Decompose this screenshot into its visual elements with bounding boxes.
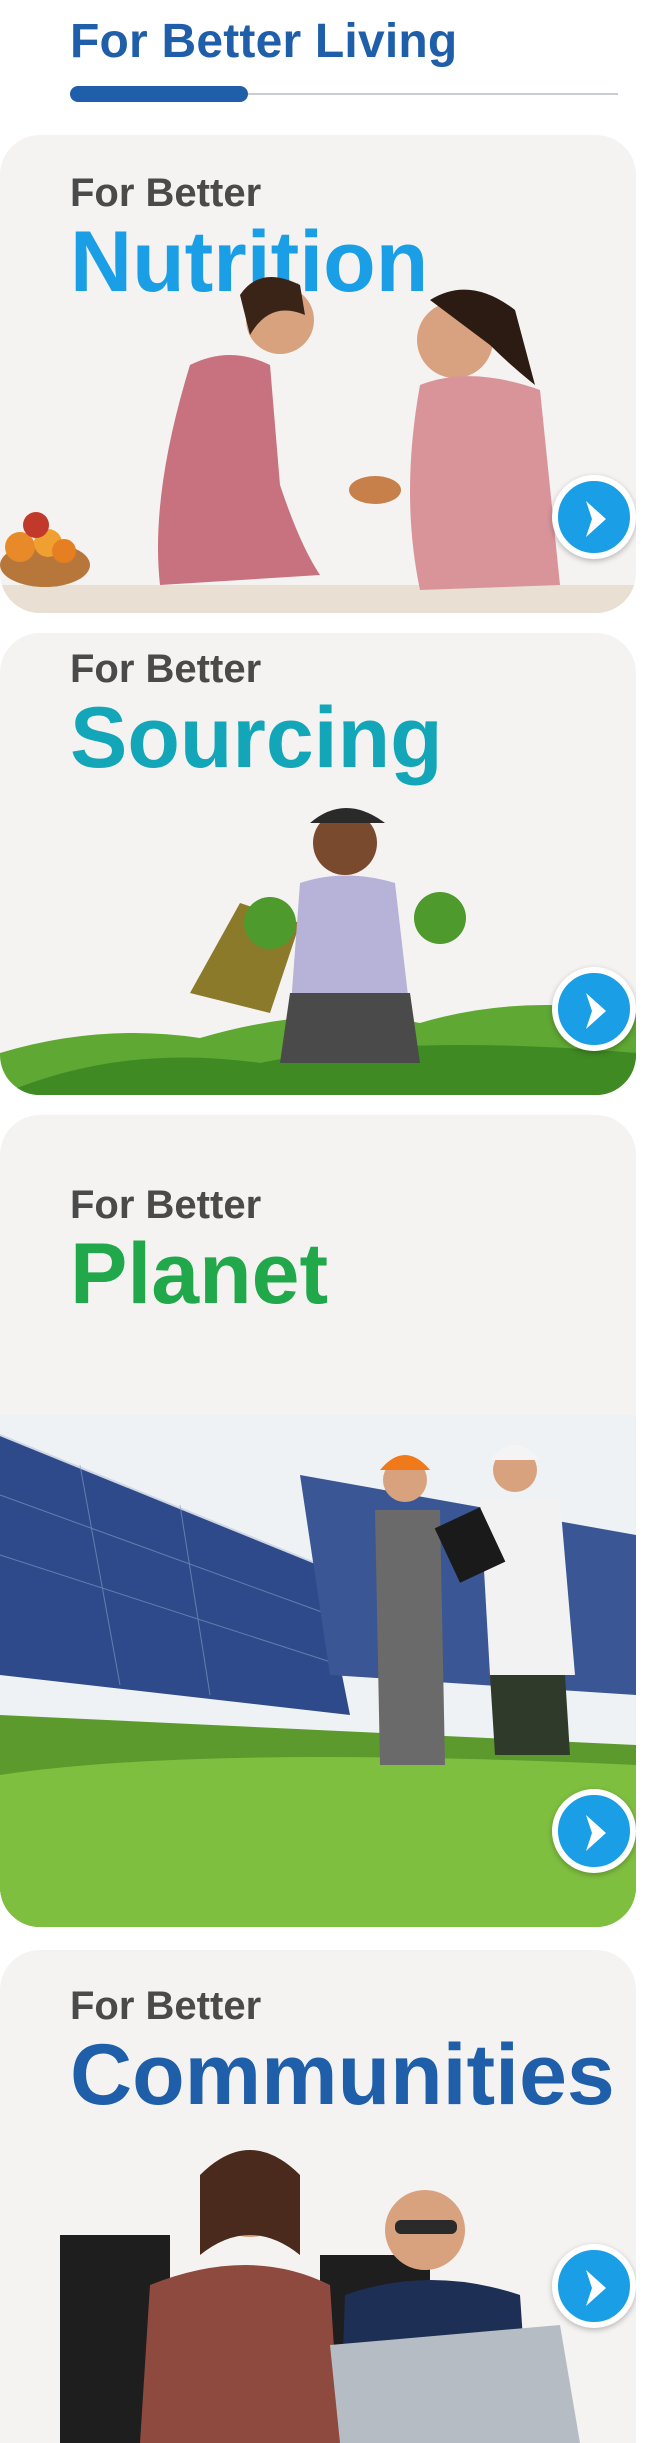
planet-next-button[interactable] (552, 1789, 636, 1873)
title-accent-bar (70, 86, 248, 102)
card-nutrition[interactable]: For Better Nutrition (0, 135, 636, 613)
nutrition-image (0, 277, 636, 613)
card-headline: Communities (70, 2027, 615, 2123)
card-sourcing[interactable]: For Better Sourcing (0, 633, 636, 1095)
sourcing-image (0, 808, 636, 1095)
card-eyebrow: For Better (70, 1183, 262, 1227)
chevron-right-icon (586, 1815, 606, 1851)
chevron-right-icon (586, 501, 606, 537)
card-eyebrow: For Better (70, 1984, 262, 2028)
card-communities[interactable]: For Better Communities (0, 1950, 636, 2443)
card-planet[interactable]: For Better Planet (0, 1115, 636, 1927)
card-eyebrow: For Better (70, 647, 262, 691)
section-title: For Better Living (70, 15, 458, 68)
card-headline: Planet (70, 1226, 329, 1322)
sourcing-next-button[interactable] (552, 967, 636, 1051)
planet-image (0, 1415, 636, 1927)
communities-image (60, 2150, 580, 2443)
nutrition-next-button[interactable] (552, 475, 636, 559)
communities-next-button[interactable] (552, 2244, 636, 2328)
chevron-right-icon (586, 2270, 606, 2306)
chevron-right-icon (586, 993, 606, 1029)
card-eyebrow: For Better (70, 171, 262, 215)
